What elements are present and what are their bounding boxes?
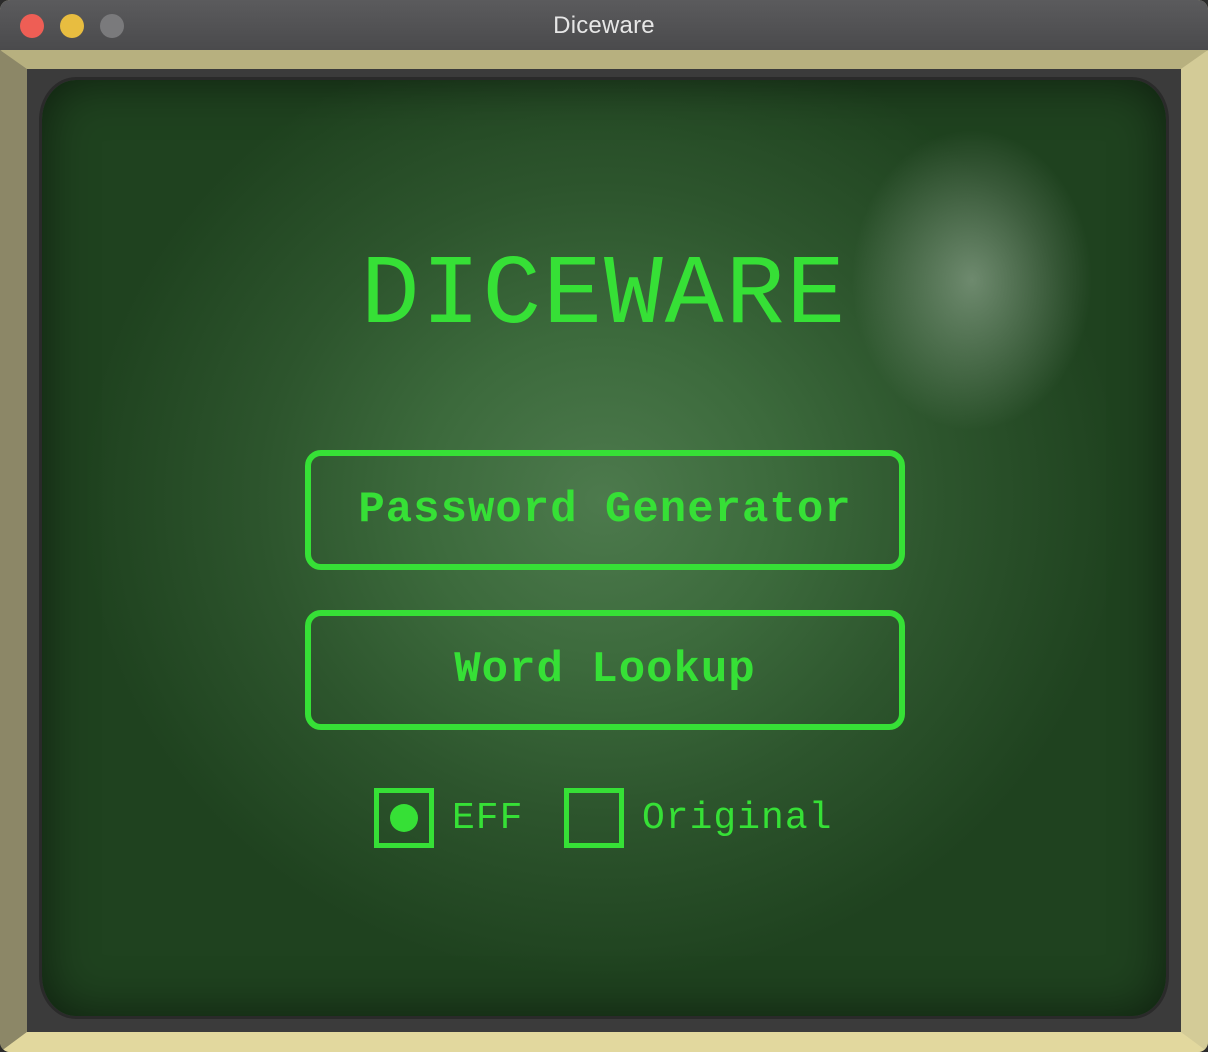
crt-screen: DICEWARE Password Generator Word Lookup … (42, 80, 1166, 1016)
eff-radio[interactable] (374, 788, 434, 848)
original-radio[interactable] (564, 788, 624, 848)
original-label: Original (642, 796, 833, 840)
eff-option[interactable]: EFF (374, 788, 523, 848)
password-generator-button[interactable]: Password Generator (305, 450, 905, 570)
eff-label: EFF (452, 796, 524, 840)
app-heading: DICEWARE (360, 241, 848, 352)
bezel-right (1181, 50, 1208, 1052)
selected-dot-icon (390, 804, 418, 832)
title-bar[interactable]: Diceware (0, 0, 1208, 51)
bezel-bottom (0, 1032, 1208, 1052)
app-window: Diceware DICEWARE Password Generator Wor… (0, 0, 1208, 1052)
original-option[interactable]: Original (564, 788, 832, 848)
bezel-left (0, 50, 27, 1052)
window-title: Diceware (553, 12, 655, 39)
bezel-top (0, 50, 1208, 69)
word-lookup-button[interactable]: Word Lookup (305, 610, 905, 730)
